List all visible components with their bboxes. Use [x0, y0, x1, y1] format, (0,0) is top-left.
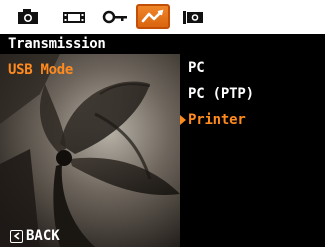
back-button[interactable]: BACK [10, 228, 60, 244]
tab-connection[interactable] [136, 4, 170, 29]
tab-camera[interactable] [10, 4, 46, 29]
tab-setup[interactable] [176, 4, 210, 29]
option-pc-ptp[interactable]: PC (PTP) [188, 86, 254, 102]
page-title: Transmission [8, 36, 106, 52]
camera-icon [18, 8, 38, 24]
tab-playback[interactable] [98, 4, 132, 29]
title-bar: Transmission [0, 34, 325, 54]
back-label: BACK [26, 228, 60, 244]
background-photo [0, 54, 196, 247]
back-key-icon [10, 229, 23, 243]
option-pc[interactable]: PC [188, 60, 205, 76]
usb-mode-label: USB Mode [8, 62, 74, 78]
menu-tab-bar [0, 0, 325, 34]
connection-icon [141, 9, 164, 22]
options-panel: PC PC (PTP) Printer [180, 54, 325, 247]
option-printer[interactable]: Printer [180, 112, 246, 128]
settings-camera-icon [183, 10, 203, 24]
chevron-left-icon [13, 232, 19, 240]
selection-arrow-icon [180, 115, 186, 125]
option-printer-label: Printer [188, 112, 246, 128]
camera-menu-screen: Transmission USB Mode PC PC (PTP) Printe… [0, 0, 325, 247]
tab-movie[interactable] [56, 4, 92, 29]
content-area: USB Mode PC PC (PTP) Printer BACK [0, 54, 325, 247]
movie-icon [63, 11, 85, 23]
playback-key-icon [102, 10, 127, 23]
